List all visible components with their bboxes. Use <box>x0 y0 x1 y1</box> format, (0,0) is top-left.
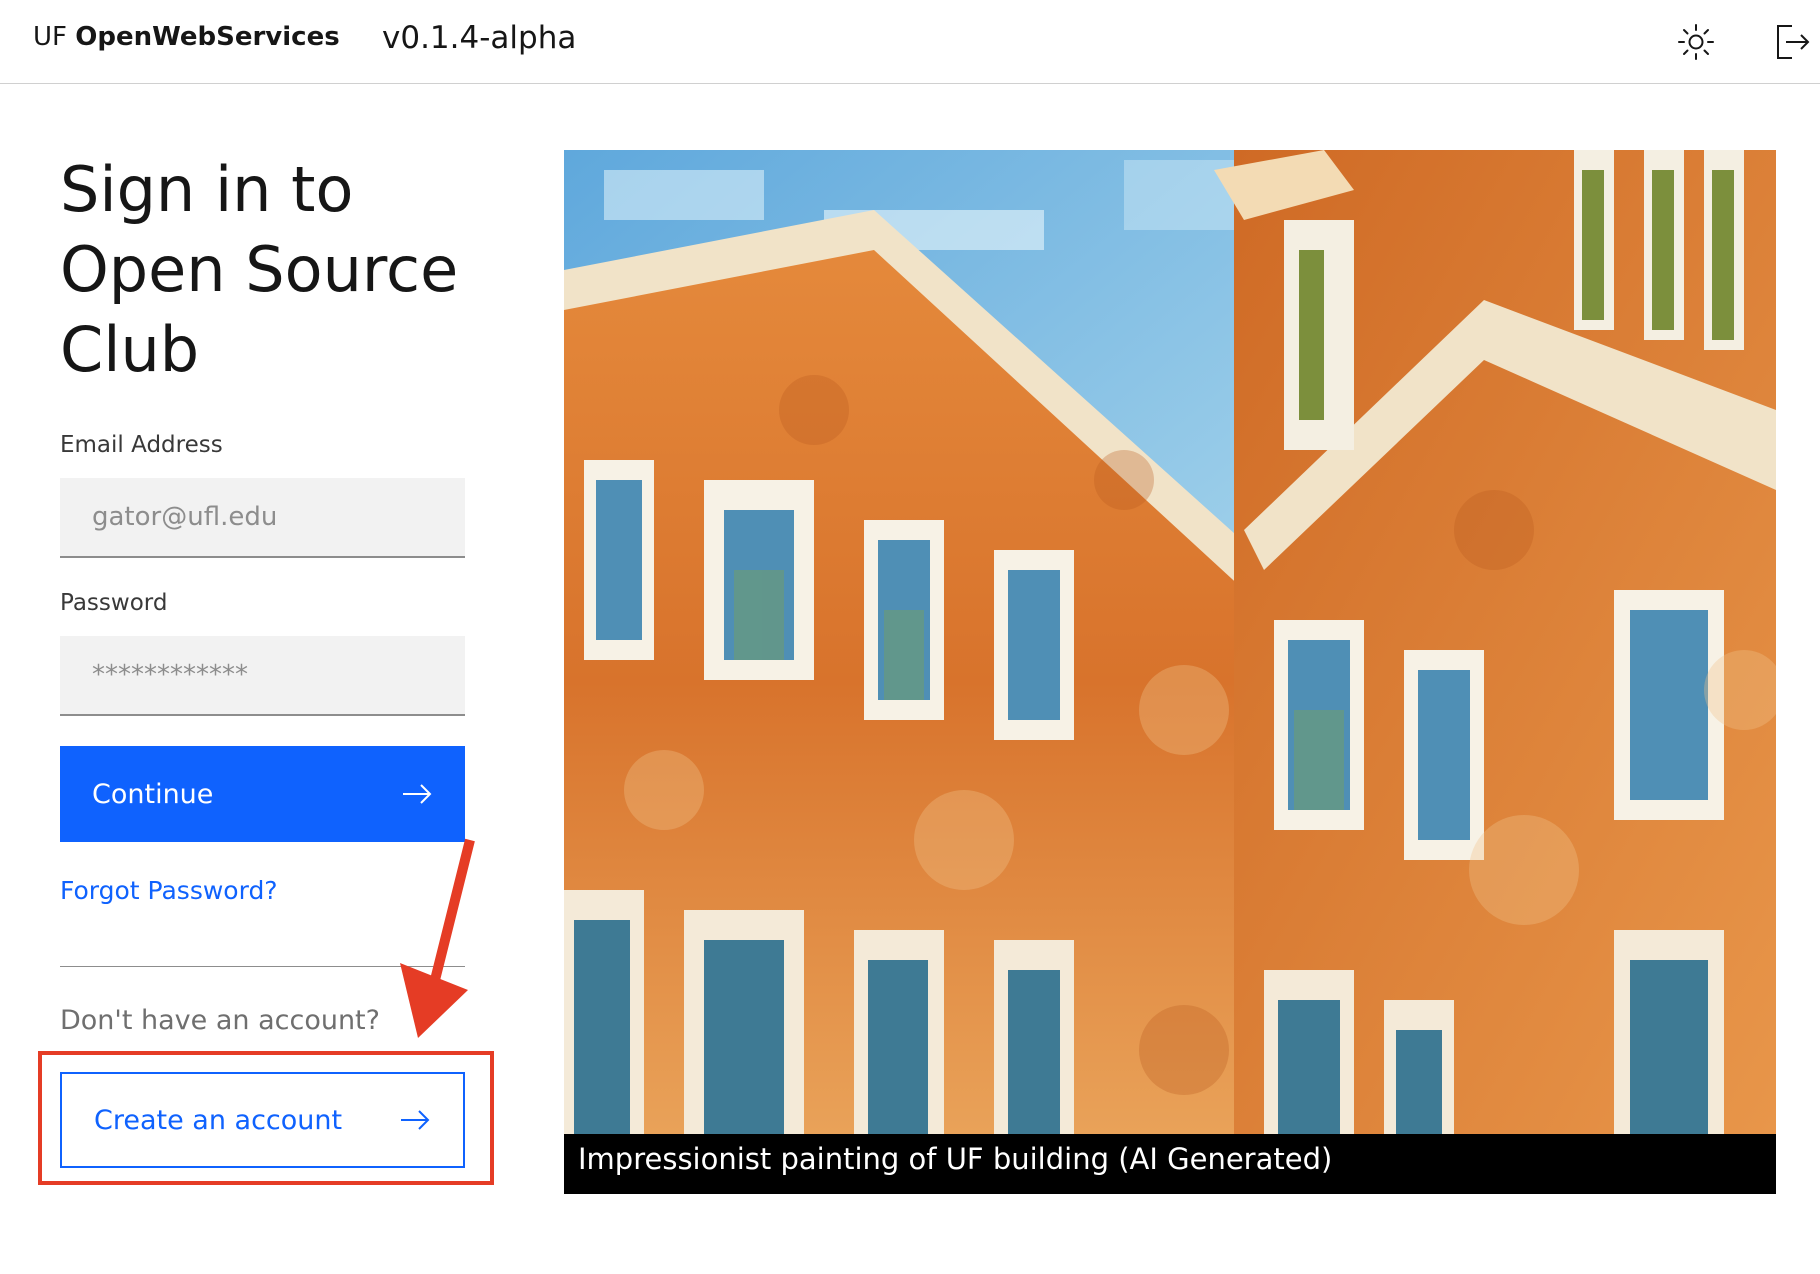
logout-button[interactable] <box>1766 16 1818 68</box>
continue-button[interactable]: Continue <box>60 746 465 842</box>
page-title: Sign in to Open Source Club <box>60 153 459 386</box>
theme-toggle-button[interactable] <box>1670 16 1722 68</box>
password-field[interactable] <box>60 636 465 716</box>
forgot-password-link[interactable]: Forgot Password? <box>60 876 278 905</box>
arrow-right-icon <box>403 784 432 804</box>
brand-prefix: UF <box>33 22 67 52</box>
building-painting-image <box>564 150 1776 1134</box>
arrow-right-icon <box>401 1110 430 1130</box>
version-label: v0.1.4-alpha <box>382 20 577 56</box>
image-caption: Impressionist painting of UF building (A… <box>564 1134 1776 1194</box>
continue-label: Continue <box>92 778 214 810</box>
logout-icon <box>1777 25 1810 59</box>
email-field[interactable] <box>60 478 465 558</box>
top-header: UF OpenWebServices v0.1.4-alpha <box>0 0 1820 84</box>
annotation-arrow-icon <box>400 838 475 1038</box>
email-label: Email Address <box>60 432 223 458</box>
divider <box>60 966 465 967</box>
hero-figure: Impressionist painting of UF building (A… <box>564 150 1776 1194</box>
no-account-text: Don't have an account? <box>60 1005 380 1036</box>
create-account-label: Create an account <box>94 1104 343 1136</box>
brand-name: OpenWebServices <box>75 22 340 52</box>
brand[interactable]: UF OpenWebServices <box>33 22 340 52</box>
password-label: Password <box>60 590 168 616</box>
sun-icon <box>1678 24 1714 60</box>
create-account-button[interactable]: Create an account <box>60 1072 465 1168</box>
